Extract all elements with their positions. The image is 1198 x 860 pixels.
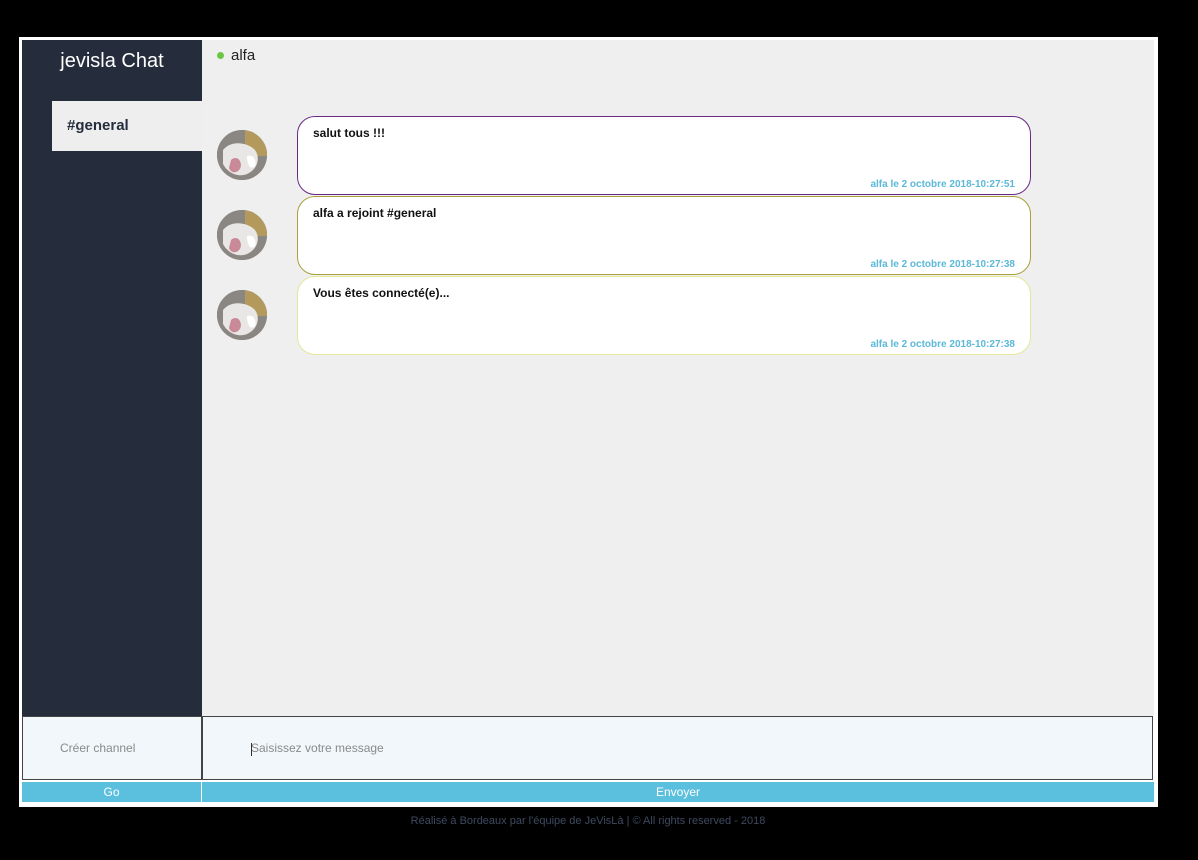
message-bubble: alfa a rejoint #general alfa le 2 octobr…	[297, 196, 1031, 275]
avatar-image	[217, 210, 267, 260]
message-bubble: salut tous !!! alfa le 2 octobre 2018-10…	[297, 116, 1031, 195]
message-text: alfa a rejoint #general	[313, 206, 437, 220]
avatar	[217, 130, 267, 180]
message-item: alfa a rejoint #general alfa le 2 octobr…	[217, 196, 1031, 275]
go-button[interactable]: Go	[22, 782, 201, 802]
online-user-name: alfa	[231, 46, 256, 64]
message-input[interactable]	[203, 717, 1152, 779]
message-meta: alfa le 2 octobre 2018-10:27:51	[870, 179, 1015, 190]
message-text: salut tous !!!	[313, 126, 385, 140]
text-caret	[251, 743, 252, 756]
avatar-image	[217, 290, 267, 340]
message-meta: alfa le 2 octobre 2018-10:27:38	[870, 339, 1015, 350]
message-item: Vous êtes connecté(e)... alfa le 2 octob…	[217, 276, 1031, 355]
avatar	[217, 210, 267, 260]
online-user: alfa	[217, 46, 255, 64]
avatar-image	[217, 130, 267, 180]
create-channel-field	[22, 716, 202, 780]
footer-text: Réalisé à Bordeaux par l'équipe de JeVis…	[410, 815, 766, 827]
avatar	[217, 290, 267, 340]
message-item: salut tous !!! alfa le 2 octobre 2018-10…	[217, 116, 1031, 195]
online-status-dot	[217, 51, 224, 59]
message-meta: alfa le 2 octobre 2018-10:27:38	[870, 259, 1015, 270]
create-channel-input[interactable]	[23, 717, 201, 779]
message-field	[202, 716, 1153, 780]
message-text: Vous êtes connecté(e)...	[313, 286, 450, 300]
app-title: jevisla Chat	[60, 50, 164, 72]
channel-item-general[interactable]: #general	[52, 101, 202, 151]
message-bubble: Vous êtes connecté(e)... alfa le 2 octob…	[297, 276, 1031, 355]
send-button[interactable]: Envoyer	[202, 782, 1154, 802]
